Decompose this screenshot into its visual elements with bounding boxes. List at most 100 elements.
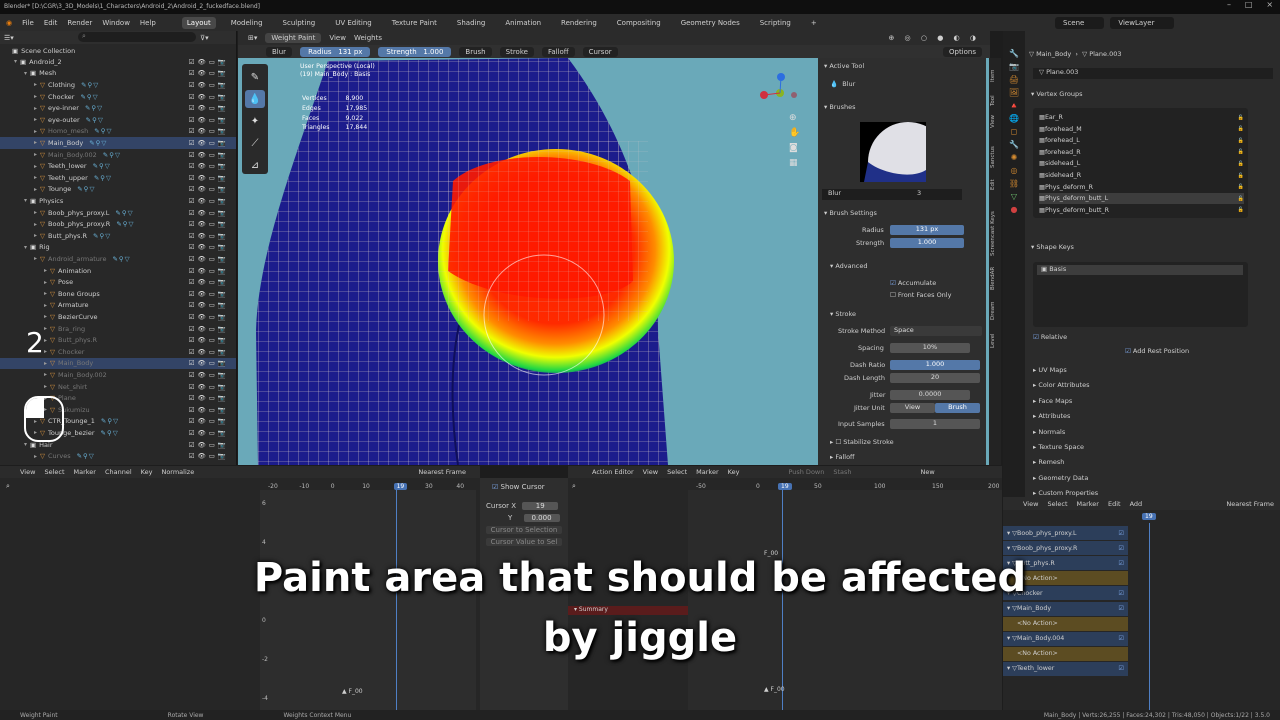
visibility-toggles-icon[interactable]: ☑👁▭📷 xyxy=(189,313,229,321)
workspace-tab-rendering[interactable]: Rendering xyxy=(556,17,602,29)
vertex-group-item[interactable]: ▦ Ear_R 🔓 xyxy=(1039,112,1244,123)
stash-button[interactable]: Stash xyxy=(833,468,851,476)
menu-render[interactable]: Render xyxy=(67,19,92,27)
brush-settings-panel[interactable]: ▾ Brush Settings xyxy=(818,209,986,217)
visibility-toggles-icon[interactable]: ☑👁▭📷 xyxy=(189,139,229,147)
lock-icon[interactable]: 🔓 xyxy=(1238,126,1244,132)
outliner-row[interactable]: ▸ ▽ Pose ☑👁▭📷 xyxy=(0,276,236,288)
data-props-icon[interactable]: ▽ xyxy=(1011,192,1017,201)
render-props-icon[interactable]: 📷 xyxy=(1009,62,1019,71)
add-workspace-button[interactable]: + xyxy=(806,17,822,29)
outliner-row[interactable]: ▸ ▽ Armature ☑👁▭📷 xyxy=(0,300,236,312)
cursor-value-to-selection-button[interactable]: Cursor Value to Sel xyxy=(486,538,562,546)
visibility-toggles-icon[interactable]: ☑👁▭📷 xyxy=(189,104,229,112)
outliner-row[interactable]: ▸ ▽ Animation ☑👁▭📷 xyxy=(0,265,236,277)
falloff-dropdown[interactable]: Falloff xyxy=(541,46,575,57)
blur-tool-icon[interactable]: 💧 xyxy=(245,90,265,108)
visibility-toggles-icon[interactable]: ☑👁▭📷 xyxy=(189,81,229,89)
expand-arrow-icon[interactable]: ▸ xyxy=(44,348,47,355)
action-menu-view[interactable]: View xyxy=(643,468,658,476)
radius-field[interactable]: Radius 131 px xyxy=(300,46,371,57)
menu-edit[interactable]: Edit xyxy=(44,19,58,27)
brush-dropdown[interactable]: Brush xyxy=(459,46,492,57)
outliner-row[interactable]: ▸ ▽ Teeth_lower ✎⚲▽ ☑👁▭📷 xyxy=(0,160,236,172)
vertex-group-item[interactable]: ▦ Phys_deform_butt_R 🔓 xyxy=(1039,205,1244,216)
visibility-toggles-icon[interactable]: ☑👁▭📷 xyxy=(189,371,229,379)
nla-menu-marker[interactable]: Marker xyxy=(1077,500,1099,508)
blender-logo-icon[interactable]: ◉ xyxy=(6,19,12,27)
expand-arrow-icon[interactable]: ▸ xyxy=(44,290,47,297)
graph-search-icon[interactable]: ⌕ xyxy=(6,482,10,491)
visibility-toggles-icon[interactable]: ☑👁▭📷 xyxy=(189,452,229,460)
visibility-toggles-icon[interactable]: ☑👁▭📷 xyxy=(189,127,229,135)
editor-type-icon[interactable]: ☰▾ xyxy=(4,34,14,42)
lock-icon[interactable]: 🔓 xyxy=(1238,184,1244,190)
outliner-row[interactable]: ▾ ▣ Physics ☑👁▭📷 xyxy=(0,195,236,207)
spacing-field[interactable]: 10% xyxy=(890,343,970,353)
sidebar-tab-screencast[interactable]: Screencast Keys xyxy=(990,211,996,256)
stroke-dropdown[interactable]: Stroke xyxy=(499,46,534,57)
maximize-icon[interactable]: □ xyxy=(1245,0,1253,14)
expand-arrow-icon[interactable]: ▸ xyxy=(44,360,47,367)
shape-keys-panel[interactable]: ▾ Shape Keys xyxy=(1031,243,1074,251)
action-editor-mode-dropdown[interactable]: Action Editor xyxy=(592,468,634,476)
vertex-group-item[interactable]: ▦ forehead_M 🔓 xyxy=(1039,124,1244,135)
show-cursor-checkbox[interactable]: ☑ Show Cursor xyxy=(492,483,545,491)
expand-arrow-icon[interactable]: ▸ xyxy=(44,371,47,378)
workspace-tab-scripting[interactable]: Scripting xyxy=(755,17,796,29)
visibility-toggles-icon[interactable]: ☑👁▭📷 xyxy=(189,290,229,298)
outliner-row[interactable]: ▸ ▽ Main_Body.002 ☑👁▭📷 xyxy=(0,369,236,381)
menu-window[interactable]: Window xyxy=(102,19,130,27)
vertex-group-item[interactable]: ▦ Phys_deform_R 🔓 xyxy=(1039,182,1244,193)
minimize-icon[interactable]: – xyxy=(1227,0,1231,14)
workspace-tab-geometry-nodes[interactable]: Geometry Nodes xyxy=(676,17,745,29)
object-props-icon[interactable]: ◻ xyxy=(1011,127,1018,136)
expand-arrow-icon[interactable]: ▸ xyxy=(34,186,37,193)
sidebar-radius-field[interactable]: 131 px xyxy=(890,225,964,235)
properties-panel-header[interactable]: ▸ Remesh xyxy=(1033,458,1064,466)
expand-arrow-icon[interactable]: ▸ xyxy=(34,221,37,228)
visibility-toggles-icon[interactable]: ☑👁▭📷 xyxy=(189,243,229,251)
workspace-tab-sculpting[interactable]: Sculpting xyxy=(278,17,321,29)
expand-arrow-icon[interactable]: ▸ xyxy=(44,302,47,309)
workspace-tab-layout[interactable]: Layout xyxy=(181,16,216,29)
visibility-toggles-icon[interactable]: ☑👁▭📷 xyxy=(189,58,229,66)
visibility-toggles-icon[interactable]: ☑👁▭📷 xyxy=(189,325,229,333)
expand-arrow-icon[interactable]: ▸ xyxy=(34,139,37,146)
jitter-unit-brush-button[interactable]: Brush xyxy=(935,403,980,413)
nla-menu-add[interactable]: Add xyxy=(1130,500,1143,508)
outliner-row[interactable]: ▸ ▽ eye-outer ✎⚲▽ ☑👁▭📷 xyxy=(0,114,236,126)
output-props-icon[interactable]: 🖨 xyxy=(1009,75,1019,84)
workspace-tab-shading[interactable]: Shading xyxy=(452,17,490,29)
action-marker[interactable]: ▲ F_00 xyxy=(764,686,785,693)
expand-arrow-icon[interactable]: ▸ xyxy=(44,337,47,344)
outliner-row[interactable]: ▾ ▣ Rig ☑👁▭📷 xyxy=(0,242,236,254)
cursor-to-selection-button[interactable]: Cursor to Selection xyxy=(486,526,562,534)
vp-menu-weights[interactable]: Weights xyxy=(354,34,382,42)
expand-arrow-icon[interactable]: ▾ xyxy=(24,244,27,251)
scene-collection-row[interactable]: ▣ Scene Collection xyxy=(0,45,236,57)
outliner-row[interactable]: ▸ ▽ BezierCurve ☑👁▭📷 xyxy=(0,311,236,323)
close-icon[interactable]: × xyxy=(1266,0,1273,14)
graph-nearest-frame-dropdown[interactable]: Nearest Frame xyxy=(418,468,466,476)
particles-props-icon[interactable]: ✺ xyxy=(1011,153,1018,162)
viewport-editor-icon[interactable]: ⊞▾ xyxy=(248,34,257,42)
brushes-panel[interactable]: ▾ Brushes xyxy=(818,103,986,111)
modifier-props-icon[interactable]: 🔧 xyxy=(1009,140,1019,149)
visibility-toggles-icon[interactable]: ☑👁▭📷 xyxy=(189,267,229,275)
expand-arrow-icon[interactable]: ▸ xyxy=(34,163,37,170)
sidebar-tab-sanctus[interactable]: Sanctus xyxy=(990,146,996,168)
visibility-toggles-icon[interactable]: ☑👁▭📷 xyxy=(189,359,229,367)
visibility-toggles-icon[interactable]: ☑👁▭📷 xyxy=(189,255,229,263)
visibility-toggles-icon[interactable]: ☑👁▭📷 xyxy=(189,197,229,205)
expand-arrow-icon[interactable]: ▾ xyxy=(24,197,27,204)
visibility-toggles-icon[interactable]: ☑👁▭📷 xyxy=(189,93,229,101)
dash-length-field[interactable]: 20 xyxy=(890,373,980,383)
constraints-props-icon[interactable]: ⛓ xyxy=(1009,179,1019,188)
outliner-row[interactable]: ▸ ▽ Bone Groups ☑👁▭📷 xyxy=(0,288,236,300)
material-props-icon[interactable]: ● xyxy=(1011,205,1018,214)
outliner-row[interactable]: ▸ ▽ Curves ✎⚲▽ ☑👁▭📷 xyxy=(0,450,236,462)
nla-menu-select[interactable]: Select xyxy=(1047,500,1067,508)
sidebar-tab-level[interactable]: Level xyxy=(990,333,996,348)
lock-icon[interactable]: 🔓 xyxy=(1238,173,1244,179)
